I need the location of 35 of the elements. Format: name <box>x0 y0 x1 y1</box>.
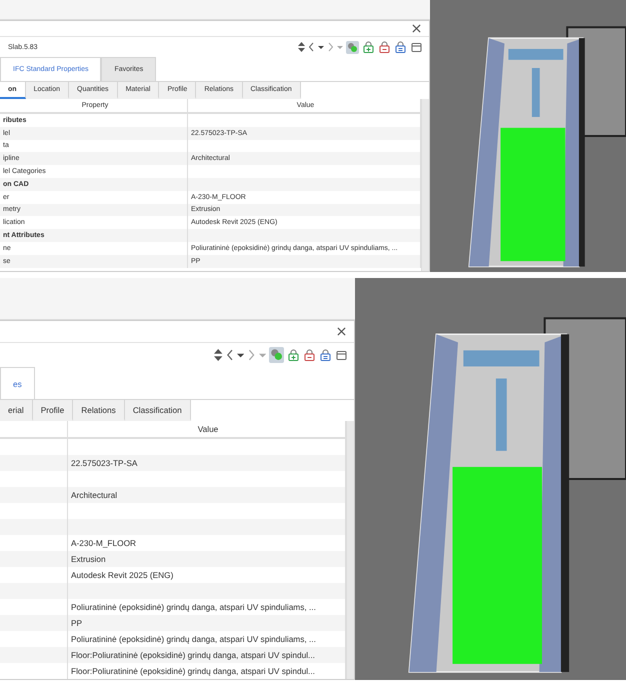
property-value: Floor:Poliuratininė (epoksidinė) grindų danga, atspari UV spindul... <box>71 650 315 660</box>
add-lock-button[interactable] <box>362 40 375 54</box>
highlight-button[interactable] <box>268 347 284 363</box>
property-tab[interactable]: Relations <box>73 400 125 421</box>
property-tab[interactable]: Profile <box>32 400 74 421</box>
property-value: Extrusion <box>71 554 106 564</box>
add-lock-button[interactable] <box>287 348 300 362</box>
property-value: A-230-M_FLOOR <box>71 538 136 548</box>
sort-icon[interactable] <box>214 349 223 361</box>
close-button[interactable] <box>335 325 348 338</box>
property-value: 22.575023-TP-SA <box>71 458 138 468</box>
property-value: PP <box>71 618 82 628</box>
property-value: Poliuratininė (epoksidinė) grindų danga, atspari UV spinduliams, ... <box>71 634 316 644</box>
window-button[interactable] <box>410 40 423 54</box>
equal-lock-button[interactable] <box>319 348 332 362</box>
scrollbar[interactable] <box>421 99 429 271</box>
close-icon <box>337 327 346 336</box>
back-icon[interactable] <box>308 42 315 52</box>
window-button[interactable] <box>335 348 348 362</box>
close-button[interactable] <box>410 22 423 35</box>
remove-lock-button[interactable] <box>303 348 316 362</box>
property-value: Poliuratininė (epoksidinė) grindų danga, atspari UV spinduliams, ... <box>71 602 316 612</box>
property-value: Architectural <box>71 490 118 500</box>
equal-lock-button[interactable] <box>394 40 407 54</box>
property-value: Floor:Poliuratininė (epoksidinė) grindų danga, atspari UV spindul... <box>71 666 315 676</box>
scrollbar[interactable] <box>346 421 354 679</box>
property-tab[interactable]: erial <box>0 400 33 421</box>
sort-icon[interactable] <box>298 42 305 52</box>
property-value: Autodesk Revit 2025 (ENG) <box>71 570 174 580</box>
remove-lock-button[interactable] <box>378 40 391 54</box>
back-icon[interactable] <box>226 349 234 361</box>
property-set-tab[interactable]: es <box>0 367 35 399</box>
highlight-button[interactable] <box>346 40 359 54</box>
property-tab[interactable]: Classification <box>124 400 191 421</box>
close-icon <box>412 24 421 33</box>
